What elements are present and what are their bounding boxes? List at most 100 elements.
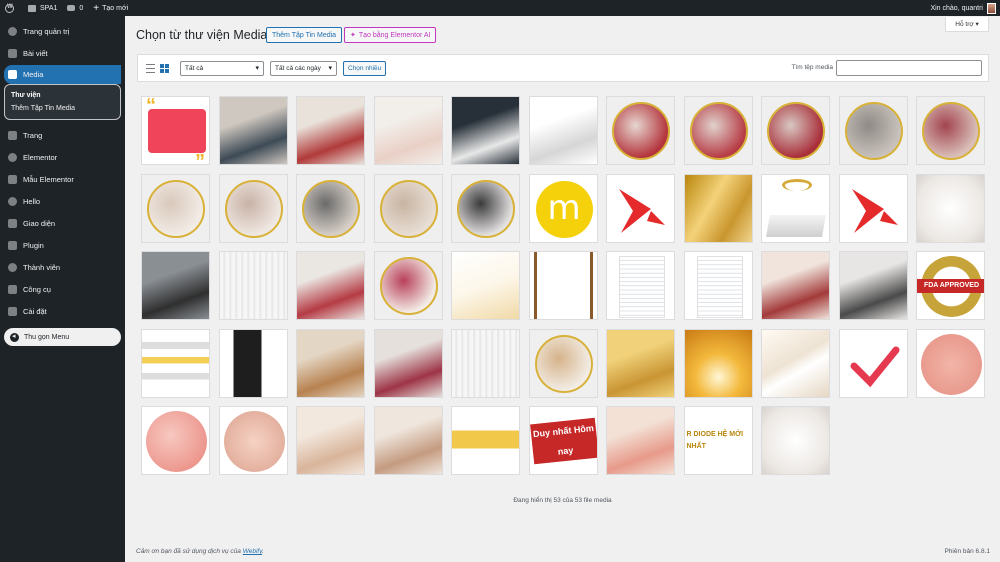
sidebar-item-hello[interactable]: Hello	[0, 190, 125, 212]
sidebar-item-dashboard[interactable]: Trang quản trị	[0, 20, 125, 42]
bulk-select-button[interactable]: Chọn nhiều	[343, 60, 387, 76]
elementor-ai-button[interactable]: ✦ Tạo bằng Elementor AI	[344, 27, 437, 43]
media-thumbnail[interactable]	[141, 173, 210, 243]
media-thumbnail[interactable]	[451, 173, 520, 243]
sidebar-item-media[interactable]: Media	[4, 65, 121, 84]
media-thumbnail[interactable]	[761, 251, 830, 320]
submenu-item-library[interactable]: Thư viện	[5, 89, 120, 102]
site-name-link[interactable]: SPA1	[23, 0, 62, 16]
search-label: Tìm tệp media	[791, 64, 833, 71]
sparkle-icon: ✦	[350, 32, 356, 39]
wrench-icon	[8, 284, 17, 294]
footer-version: Phiên bản 6.8.1	[944, 548, 990, 555]
media-thumbnail[interactable]	[606, 96, 675, 165]
sidebar-item-settings[interactable]: Cài đặt	[0, 300, 125, 322]
media-icon	[8, 70, 17, 79]
media-thumbnail[interactable]	[761, 406, 830, 475]
sidebar-item-users[interactable]: Thành viên	[0, 256, 125, 278]
media-thumbnail[interactable]	[141, 328, 210, 398]
promo-badge-text: Duy nhất Hôm nay	[529, 417, 597, 465]
media-thumbnail[interactable]	[528, 328, 598, 398]
date-filter-select[interactable]: Tất cả các ngày	[270, 60, 337, 76]
collapse-icon	[10, 332, 19, 342]
media-thumbnail[interactable]: “”	[141, 96, 210, 165]
media-thumbnail[interactable]	[218, 251, 288, 320]
brush-icon	[8, 218, 17, 228]
media-thumbnail[interactable]	[916, 328, 985, 398]
media-thumbnail[interactable]	[916, 173, 985, 243]
media-thumbnail[interactable]	[761, 173, 830, 243]
type-filter-select[interactable]: Tất cả	[180, 60, 264, 76]
footer-thanks: Cảm ơn bạn đã sử dụng dịch vụ của Webify…	[136, 548, 264, 555]
media-thumbnail[interactable]	[296, 251, 365, 320]
media-thumbnail[interactable]	[141, 406, 210, 475]
media-thumbnail[interactable]	[683, 96, 753, 165]
wordpress-logo-button[interactable]	[0, 0, 23, 16]
media-thumbnail[interactable]	[296, 406, 365, 475]
media-thumbnail[interactable]	[761, 96, 830, 165]
media-thumbnail[interactable]	[528, 96, 598, 165]
sidebar-item-pages[interactable]: Trang	[0, 124, 125, 146]
media-thumbnail[interactable]	[916, 96, 985, 165]
search-input[interactable]	[836, 60, 982, 76]
media-thumbnail[interactable]	[761, 328, 830, 398]
media-thumbnail[interactable]	[141, 251, 210, 320]
submenu-item-add-media[interactable]: Thêm Tập Tin Media	[5, 102, 120, 115]
media-thumbnail[interactable]	[373, 173, 443, 243]
media-thumbnail[interactable]: Duy nhất Hôm nay	[528, 406, 598, 475]
sidebar-item-posts[interactable]: Bài viết	[0, 42, 125, 64]
add-media-button[interactable]: Thêm Tập Tin Media	[266, 27, 343, 43]
sidebar-item-plugins[interactable]: Plugin	[0, 234, 125, 256]
media-thumbnail[interactable]	[606, 406, 675, 475]
media-thumbnail[interactable]	[838, 173, 908, 243]
pin-icon	[8, 48, 17, 58]
wordpress-icon	[5, 3, 14, 13]
media-thumbnail[interactable]	[451, 96, 520, 165]
grid-view-icon[interactable]	[160, 63, 169, 73]
help-button[interactable]: Hỗ trợ ▾	[945, 17, 989, 32]
media-thumbnail[interactable]	[683, 173, 753, 243]
media-thumbnail[interactable]	[683, 328, 753, 398]
media-thumbnail[interactable]	[296, 96, 365, 165]
media-thumbnail[interactable]	[838, 251, 908, 320]
media-thumbnail[interactable]	[606, 251, 675, 320]
account-menu[interactable]: Xin chào, quantri	[930, 2, 1000, 14]
media-thumbnail[interactable]	[296, 328, 365, 398]
list-view-icon[interactable]	[146, 63, 155, 73]
admin-bar: SPA1 0 +Tạo mới Xin chào, quantri	[0, 0, 1000, 16]
media-thumbnail[interactable]	[606, 328, 675, 398]
media-thumbnail[interactable]	[838, 328, 908, 398]
media-thumbnail[interactable]: R DIODE HỆ MỚI NHẤT	[683, 406, 753, 475]
media-thumbnail[interactable]	[218, 328, 288, 398]
media-thumbnail[interactable]	[683, 251, 753, 320]
media-thumbnail[interactable]	[296, 173, 365, 243]
comments-link[interactable]: 0	[62, 0, 88, 16]
main-content: Hỗ trợ ▾ Chọn từ thư viện Media Thêm Tập…	[125, 16, 1000, 562]
media-thumbnail[interactable]: FDA APPROVED	[916, 251, 985, 320]
media-thumbnail[interactable]	[451, 328, 520, 398]
avatar	[987, 2, 996, 14]
collapse-menu-button[interactable]: Thu gọn Menu	[4, 328, 121, 346]
media-thumbnail[interactable]	[451, 406, 520, 475]
sidebar-item-tools[interactable]: Công cụ	[0, 278, 125, 300]
new-content-button[interactable]: + Tạo mới	[88, 0, 133, 16]
chevron-down-icon: ▾	[975, 21, 979, 28]
sidebar-item-appearance[interactable]: Giao diện	[0, 212, 125, 234]
sidebar-item-elementor-templates[interactable]: Mẫu Elementor	[0, 168, 125, 190]
media-thumbnail[interactable]	[451, 251, 520, 320]
webify-link[interactable]: Webify	[243, 548, 262, 555]
media-thumbnail[interactable]: m	[528, 173, 598, 243]
hello-icon	[8, 196, 17, 206]
media-thumbnail[interactable]	[373, 328, 443, 398]
sidebar-item-elementor[interactable]: Elementor	[0, 146, 125, 168]
media-thumbnail[interactable]	[218, 173, 288, 243]
media-toolbar: Tất cả Tất cả các ngày Chọn nhiều Tìm tệ…	[137, 54, 989, 82]
media-thumbnail[interactable]	[606, 173, 675, 243]
media-thumbnail[interactable]	[218, 96, 288, 165]
media-thumbnail[interactable]	[838, 96, 908, 165]
media-thumbnail[interactable]	[218, 406, 288, 475]
media-thumbnail[interactable]	[373, 251, 443, 320]
media-thumbnail[interactable]	[373, 96, 443, 165]
media-thumbnail[interactable]	[528, 251, 598, 320]
media-thumbnail[interactable]	[373, 406, 443, 475]
